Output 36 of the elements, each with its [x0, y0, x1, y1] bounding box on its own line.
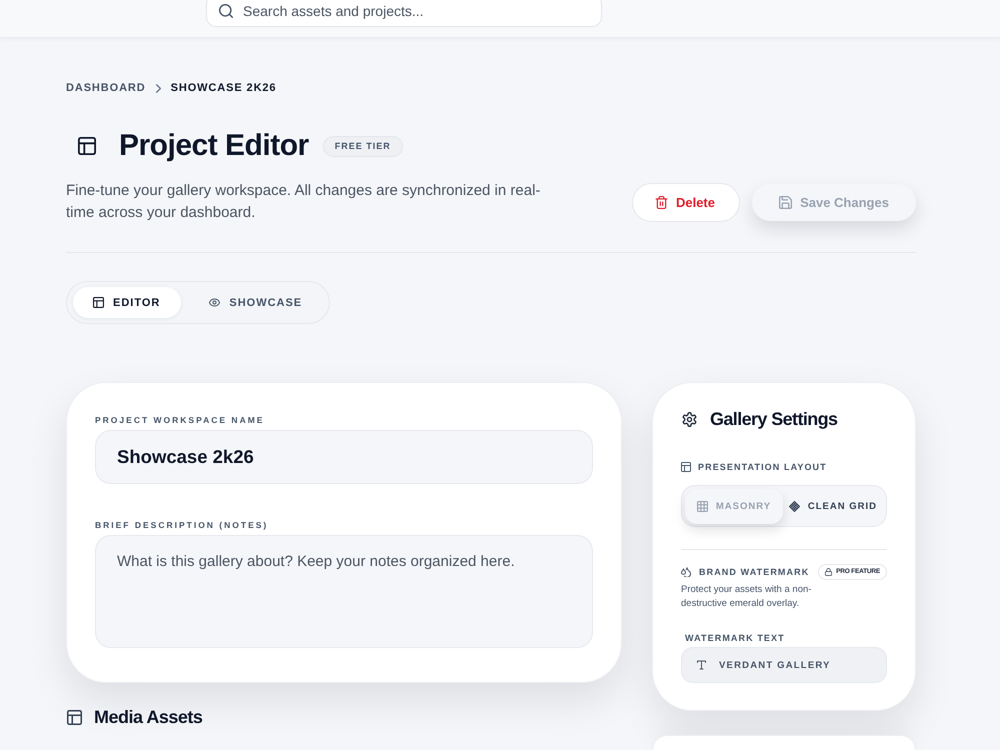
eye-icon — [209, 297, 220, 308]
section-label: BRAND WATERMARK — [699, 566, 810, 578]
save-icon — [779, 196, 792, 208]
section-label: PRESENTATION LAYOUT — [698, 461, 827, 473]
section-title: Media Assets — [94, 706, 202, 729]
droplets-icon — [681, 567, 691, 577]
layout-icon — [78, 137, 96, 155]
lock-icon — [825, 568, 832, 576]
description-field[interactable]: What is this gallery about? Keep your notes organized here. — [95, 535, 593, 648]
page-description: Fine-tune your gallery workspace. All changes are synchronized in real-time across your dashboard. — [66, 181, 542, 223]
grid-icon — [696, 500, 708, 512]
layout-icon — [681, 462, 691, 472]
name-field[interactable]: Showcase 2k26 — [95, 430, 593, 484]
breadcrumb-link[interactable]: DASHBOARD — [66, 81, 146, 95]
watermark-field[interactable]: VERDANT GALLERY — [681, 647, 887, 683]
page-title: Project Editor — [119, 128, 309, 164]
diamond-grid-icon — [788, 500, 800, 512]
breadcrumb-current: SHOWCASE 2K26 — [170, 81, 276, 95]
layout-option[interactable]: CLEAN GRID — [782, 488, 883, 524]
watermark-description: Protect your assets with a non-destructive emerald overlay. — [681, 583, 812, 611]
field-label: WATERMARK TEXT — [684, 632, 786, 644]
text-icon — [697, 660, 706, 670]
settings-icon — [682, 412, 697, 426]
layout-icon — [93, 297, 104, 308]
search-icon — [219, 4, 233, 18]
trash-icon — [654, 196, 668, 208]
field-label: PROJECT WORKSPACE NAME — [95, 415, 266, 426]
tab[interactable]: EDITOR — [73, 287, 182, 318]
chevron-icon — [156, 84, 161, 92]
delete-button[interactable]: Delete — [632, 182, 740, 222]
search-field[interactable]: Search assets and projects... — [206, 0, 602, 27]
card-title: Gallery Settings — [710, 408, 838, 431]
tier-badge: FREE TIER — [322, 136, 403, 156]
tab[interactable]: SHOWCASE — [189, 287, 324, 318]
field-label: BRIEF DESCRIPTION (NOTES) — [95, 520, 270, 531]
layout-icon — [67, 710, 82, 724]
